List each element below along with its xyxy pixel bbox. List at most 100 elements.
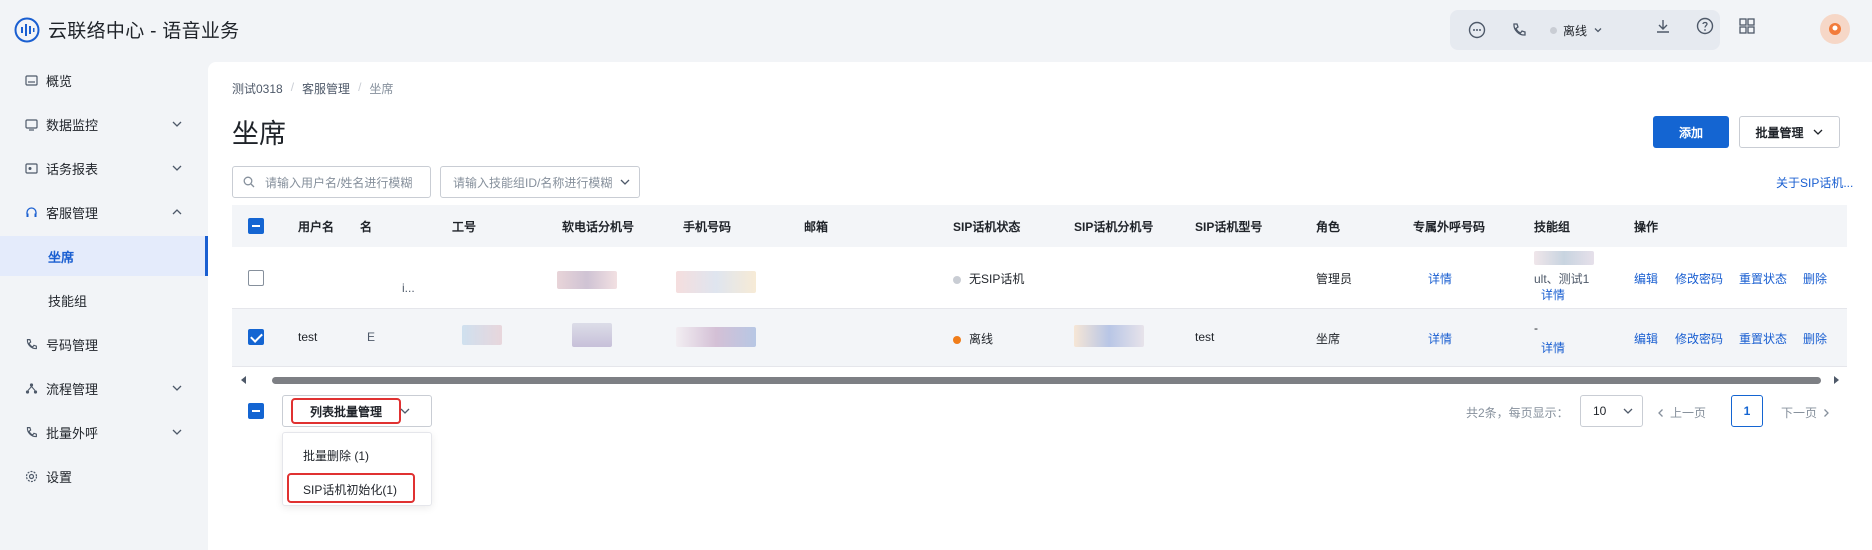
flow-icon (24, 381, 38, 395)
bulk-delete-option[interactable]: 批量删除 (1) (303, 447, 369, 464)
sip-status-label: 无SIP话机 (969, 272, 1025, 286)
bulk-label: 列表批量管理 (309, 404, 382, 419)
redacted-mobile (676, 327, 756, 347)
cell-name: E (367, 330, 376, 344)
skill-detail-link[interactable]: 详情 (1541, 339, 1565, 356)
exclusive-number-detail-link[interactable]: 详情 (1428, 330, 1452, 347)
cell-role: 管理员 (1316, 272, 1353, 286)
phone-icon (24, 337, 38, 351)
chevron-down-icon (1623, 408, 1633, 414)
chevron-down-icon (172, 121, 182, 127)
next-page-button[interactable]: 下一页 (1781, 404, 1831, 421)
column-header: 操作 (1634, 220, 1659, 234)
avatar[interactable] (1820, 14, 1850, 44)
chat-icon[interactable] (1466, 19, 1488, 41)
chevron-right-icon (1824, 409, 1829, 417)
column-header: SIP话机状态 (953, 220, 1021, 234)
sidebar-item-customer-service[interactable]: 客服管理 (0, 192, 208, 232)
breadcrumb-item[interactable]: 测试0318 (232, 80, 283, 97)
batch-management-button[interactable]: 批量管理 (1739, 116, 1840, 148)
reset-status-link[interactable]: 重置状态 (1739, 270, 1787, 287)
sip-status-label: 离线 (969, 332, 994, 346)
cell-name: i... (402, 281, 415, 295)
sidebar-item-agents[interactable]: 坐席 (0, 236, 208, 276)
sip-init-option[interactable]: SIP话机初始化(1) (303, 481, 397, 498)
cell-username: test (298, 330, 318, 344)
about-sip-link[interactable]: 关于SIP话机... (1776, 174, 1853, 191)
exclusive-number-detail-link[interactable]: 详情 (1428, 270, 1452, 287)
chevron-down-icon (172, 385, 182, 391)
sidebar-item-traffic-report[interactable]: 话务报表 (0, 148, 208, 188)
status-dot (953, 336, 961, 344)
skill-detail-link[interactable]: 详情 (1541, 286, 1565, 303)
row-checkbox[interactable] (248, 329, 264, 345)
scroll-left-icon[interactable] (240, 376, 248, 384)
sidebar-item-label: 数据监控 (46, 117, 99, 133)
sidebar-item-skill-groups[interactable]: 技能组 (0, 280, 208, 320)
sidebar-item-label: 客服管理 (46, 205, 99, 221)
sidebar-item-overview[interactable]: 概览 (0, 60, 208, 100)
report-icon (24, 161, 38, 175)
monitor-icon (24, 117, 38, 131)
select-all-checkbox[interactable] (248, 218, 264, 234)
redacted-employee-id (462, 325, 502, 345)
scrollbar-thumb[interactable] (272, 377, 1821, 384)
sidebar: 概览 数据监控 话务报表 客服管理 坐席 技能组 号码管理 流程管理 批量外呼 … (0, 60, 208, 550)
breadcrumb-item[interactable]: 客服管理 (302, 80, 350, 97)
bulk-label-highlight: 列表批量管理 (291, 398, 401, 424)
reset-status-link[interactable]: 重置状态 (1739, 330, 1787, 347)
chevron-up-icon (172, 209, 182, 215)
bulk-select-all-checkbox[interactable] (248, 403, 264, 419)
sidebar-item-batch-outbound[interactable]: 批量外呼 (0, 412, 208, 452)
change-password-link[interactable]: 修改密码 (1675, 270, 1723, 287)
sidebar-item-label: 技能组 (48, 293, 88, 309)
table-row: i... 无SIP话机 管理员 详情 ult、测试1 详情 编辑 修改密码 重置… (232, 247, 1847, 309)
phone-icon[interactable] (1508, 19, 1530, 41)
delete-link[interactable]: 删除 (1803, 330, 1827, 347)
redacted-softphone (557, 271, 617, 289)
delete-link[interactable]: 删除 (1803, 270, 1827, 287)
edit-link[interactable]: 编辑 (1634, 270, 1658, 287)
column-header: 邮箱 (804, 220, 829, 234)
chevron-down-icon (620, 179, 630, 185)
grid-icon[interactable] (1738, 17, 1756, 38)
sidebar-item-label: 号码管理 (46, 337, 99, 353)
sidebar-item-settings[interactable]: 设置 (0, 456, 208, 496)
edit-link[interactable]: 编辑 (1634, 330, 1658, 347)
bulk-dropdown-menu: 批量删除 (1) SIP话机初始化(1) (282, 432, 432, 506)
prev-page-button[interactable]: 上一页 (1656, 404, 1706, 421)
sidebar-item-label: 设置 (46, 469, 73, 485)
sidebar-item-data-monitor[interactable]: 数据监控 (0, 104, 208, 144)
change-password-link[interactable]: 修改密码 (1675, 330, 1723, 347)
main-panel: 测试0318 / 客服管理 / 坐席 坐席 添加 批量管理 请输入用户名/姓名进… (208, 62, 1872, 550)
cell-skill-group: ult、测试1 (1534, 272, 1590, 286)
scroll-right-icon[interactable] (1832, 376, 1840, 384)
list-bulk-management-select[interactable]: 列表批量管理 (282, 395, 432, 427)
gear-icon (24, 469, 38, 483)
pager-total: 共2条，每页显示： (1466, 406, 1569, 420)
row-checkbox[interactable] (248, 270, 264, 286)
brand: 云联络中心 - 语音业务 (14, 16, 240, 43)
chevron-left-icon (1658, 409, 1663, 417)
sidebar-item-number-management[interactable]: 号码管理 (0, 324, 208, 364)
chevron-down-icon (172, 165, 182, 171)
page-number-current[interactable]: 1 (1731, 395, 1763, 427)
horizontal-scrollbar[interactable] (232, 374, 1847, 386)
page-title: 坐席 (232, 119, 286, 149)
add-button[interactable]: 添加 (1653, 116, 1729, 148)
breadcrumb-current: 坐席 (369, 82, 394, 96)
skill-group-select[interactable]: 请输入技能组ID/名称进行模糊 (440, 166, 640, 198)
help-icon[interactable] (1696, 17, 1714, 38)
sidebar-item-flow-management[interactable]: 流程管理 (0, 368, 208, 408)
column-header: 角色 (1316, 220, 1341, 234)
chevron-down-icon (1594, 28, 1602, 33)
sidebar-item-label: 批量外呼 (46, 425, 99, 441)
download-icon[interactable] (1654, 17, 1672, 38)
cell-sip-status: 无SIP话机 (953, 270, 1024, 287)
user-search-input[interactable]: 请输入用户名/姓名进行模糊 (232, 166, 431, 198)
cell-skill-group: - (1534, 321, 1538, 335)
table-row: test E 离线 test 坐席 详情 - 详情 编辑 修改密码 重置状态 删… (232, 309, 1847, 367)
agent-status[interactable]: 离线 (1550, 22, 1603, 39)
redacted-mobile (676, 271, 756, 293)
page-size-select[interactable]: 10 (1580, 395, 1643, 427)
